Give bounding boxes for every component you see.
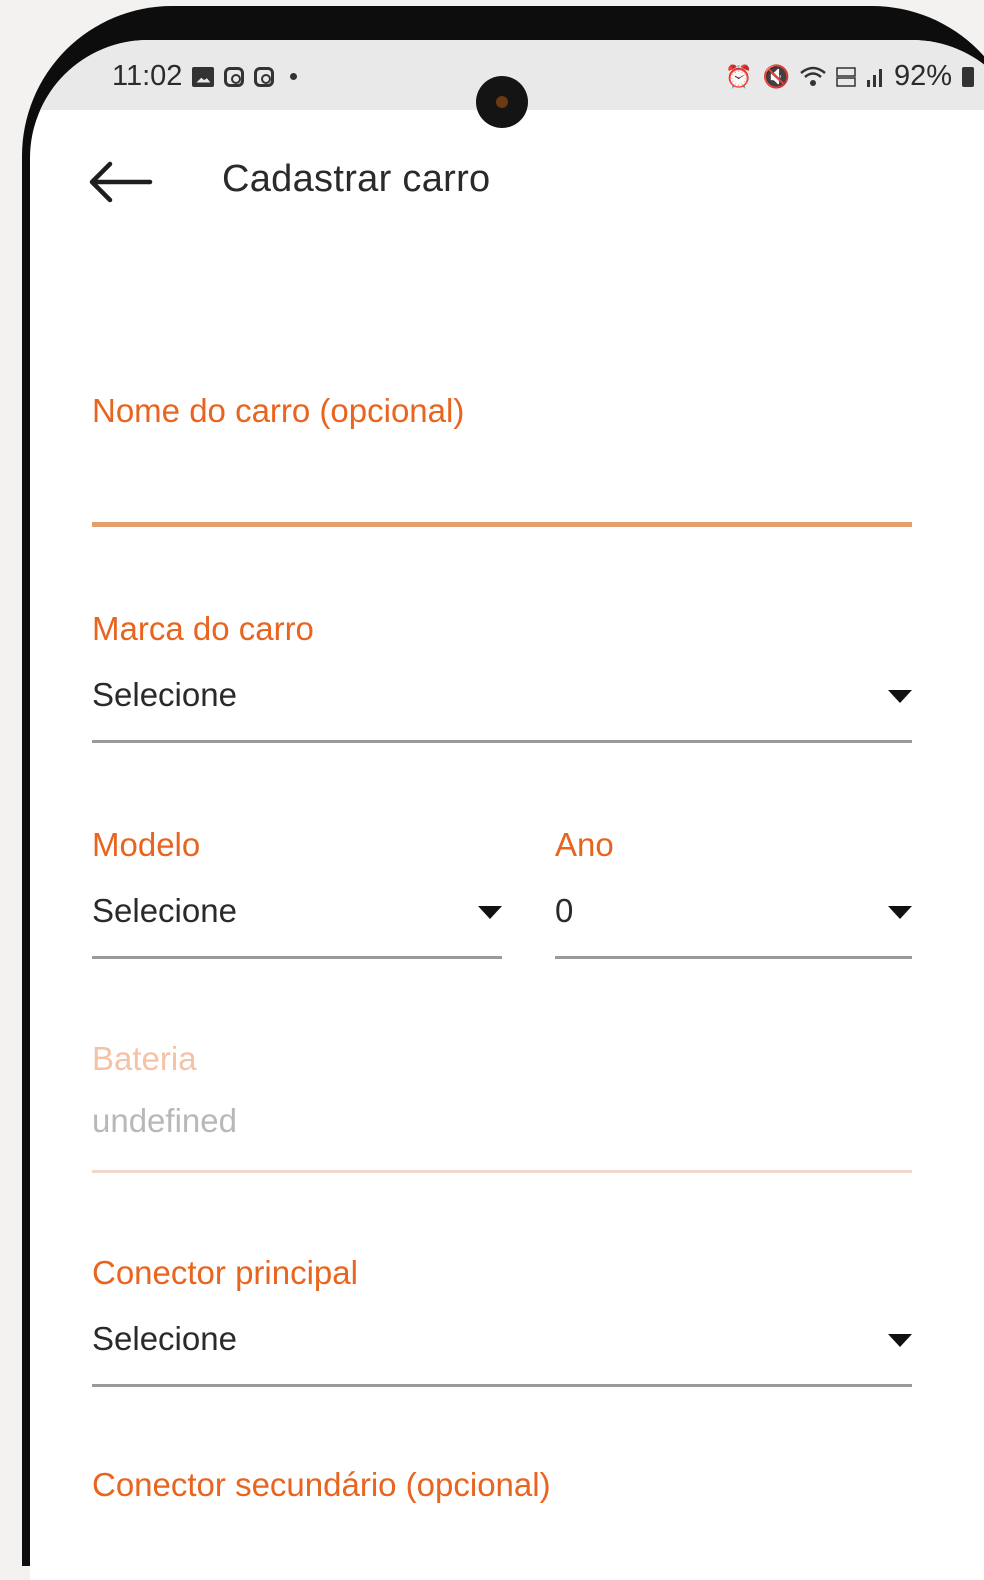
status-right: ⏰ 🔇 92%	[725, 60, 974, 93]
brand-underline	[92, 740, 912, 743]
battery-value: undefined	[92, 1102, 237, 1139]
brand-value: Selecione	[92, 676, 237, 713]
chevron-down-icon	[888, 1334, 912, 1347]
brand-label: Marca do carro	[92, 610, 314, 647]
main-connector-value: Selecione	[92, 1320, 237, 1357]
page-title: Cadastrar carro	[222, 158, 491, 200]
mute-icon: 🔇	[762, 63, 790, 89]
main-connector-underline	[92, 1384, 912, 1387]
chevron-down-icon	[888, 906, 912, 919]
year-underline	[555, 956, 912, 959]
brand-dropdown[interactable]: Marca do carro Selecione	[92, 610, 912, 750]
model-label: Modelo	[92, 826, 201, 863]
year-label: Ano	[555, 826, 614, 863]
main-connector-label: Conector principal	[92, 1254, 358, 1291]
front-camera	[476, 76, 528, 128]
car-name-underline	[92, 522, 912, 527]
car-name-field[interactable]: Nome do carro (opcional)	[92, 392, 912, 532]
battery-icon	[962, 66, 974, 87]
signal-icon	[866, 68, 882, 87]
model-value: Selecione	[92, 892, 237, 929]
year-dropdown[interactable]: Ano 0	[555, 826, 912, 966]
battery-percent: 92%	[893, 60, 952, 92]
main-connector-dropdown[interactable]: Conector principal Selecione	[92, 1254, 912, 1394]
app-bar: Cadastrar carro	[30, 140, 984, 230]
phone-screen: 11:02 ⏰ 🔇 92% Cadastrar carro Nome do ca…	[30, 40, 984, 1580]
wifi-icon	[800, 66, 826, 86]
arrow-left-icon[interactable]	[84, 158, 154, 206]
instagram-icon	[254, 66, 275, 87]
notification-dot-icon	[290, 73, 298, 80]
battery-field: Bateria undefined	[92, 1040, 912, 1180]
secondary-connector-dropdown[interactable]: Conector secundário (opcional)	[92, 1466, 912, 1546]
gallery-icon	[192, 66, 215, 87]
car-name-label: Nome do carro (opcional)	[92, 392, 465, 429]
model-dropdown[interactable]: Modelo Selecione	[92, 826, 502, 966]
battery-label: Bateria	[92, 1040, 197, 1077]
chevron-down-icon	[478, 906, 502, 919]
status-time: 11:02	[112, 60, 183, 92]
secondary-connector-label: Conector secundário (opcional)	[92, 1466, 551, 1503]
battery-underline	[92, 1170, 912, 1173]
instagram-icon	[224, 66, 245, 87]
chevron-down-icon	[888, 690, 912, 703]
model-underline	[92, 956, 502, 959]
status-left: 11:02	[112, 60, 298, 93]
volte-icon	[836, 66, 856, 87]
alarm-icon: ⏰	[725, 63, 753, 89]
year-value: 0	[555, 892, 574, 929]
